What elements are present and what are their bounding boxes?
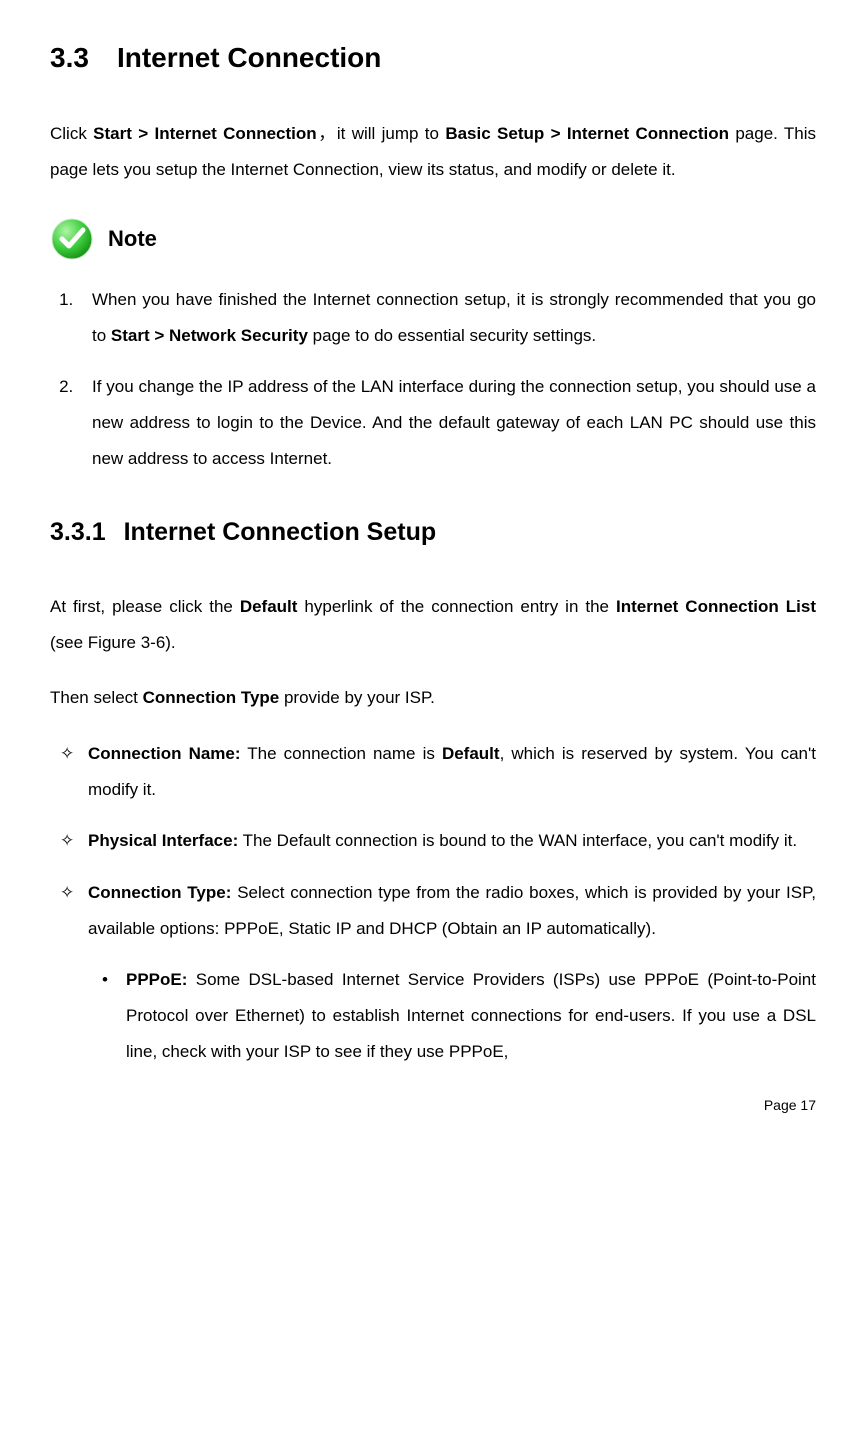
item-label: Connection Name:	[88, 744, 241, 763]
list-item: Physical Interface: The Default connecti…	[56, 823, 816, 859]
subsection-number: 3.3.1	[50, 518, 106, 546]
note-list-item: When you have finished the Internet conn…	[78, 282, 816, 353]
text-run: Then select	[50, 688, 143, 707]
item-label: Connection Type:	[88, 883, 231, 902]
text-bold: Start > Internet Connection	[93, 124, 316, 143]
item-label: PPPoE:	[126, 970, 187, 989]
text-run: hyperlink of the connection entry in the	[297, 597, 616, 616]
text-run: provide by your ISP.	[279, 688, 435, 707]
text-run: ，it will jump to	[317, 124, 446, 143]
sub-list: PPPoE: Some DSL-based Internet Service P…	[50, 962, 816, 1069]
definition-list: Connection Name: The connection name is …	[50, 736, 816, 946]
note-label: Note	[108, 216, 157, 262]
section-heading: 3.3 Internet Connection	[50, 40, 816, 76]
note-list-item: If you change the IP address of the LAN …	[78, 369, 816, 476]
intro-paragraph: Click Start > Internet Connection，it wil…	[50, 116, 816, 187]
list-item: Connection Name: The connection name is …	[56, 736, 816, 807]
subsection-title-text: Internet Connection Setup	[124, 518, 437, 546]
text-bold: Basic Setup > Internet Connection	[445, 124, 729, 143]
body-paragraph: Then select Connection Type provide by y…	[50, 680, 816, 716]
page-number: Page 17	[764, 1097, 816, 1113]
check-circle-icon	[50, 217, 94, 261]
section-number: 3.3	[50, 42, 89, 73]
text-bold: Start > Network Security	[111, 326, 308, 345]
text-run: If you change the IP address of the LAN …	[92, 377, 816, 467]
list-item: PPPoE: Some DSL-based Internet Service P…	[98, 962, 816, 1069]
note-callout: Note	[50, 216, 816, 262]
text-run: At first, please click the	[50, 597, 240, 616]
text-bold: Default	[442, 744, 500, 763]
item-label: Physical Interface:	[88, 831, 238, 850]
text-run: The Default connection is bound to the W…	[238, 831, 797, 850]
text-bold: Default	[240, 597, 298, 616]
list-item: Connection Type: Select connection type …	[56, 875, 816, 946]
text-run: Some DSL-based Internet Service Provider…	[126, 970, 816, 1060]
text-run: Click	[50, 124, 93, 143]
subsection-heading: 3.3.1 Internet Connection Setup	[50, 516, 816, 549]
text-run: The connection name is	[241, 744, 442, 763]
section-title-text: Internet Connection	[117, 42, 381, 73]
body-paragraph: At first, please click the Default hyper…	[50, 589, 816, 660]
text-run: page to do essential security settings.	[308, 326, 596, 345]
text-bold: Internet Connection List	[616, 597, 816, 616]
text-bold: Connection Type	[143, 688, 280, 707]
page-footer: Page 17	[50, 1097, 816, 1114]
note-list: When you have finished the Internet conn…	[50, 282, 816, 476]
text-run: (see Figure 3-6).	[50, 633, 176, 652]
